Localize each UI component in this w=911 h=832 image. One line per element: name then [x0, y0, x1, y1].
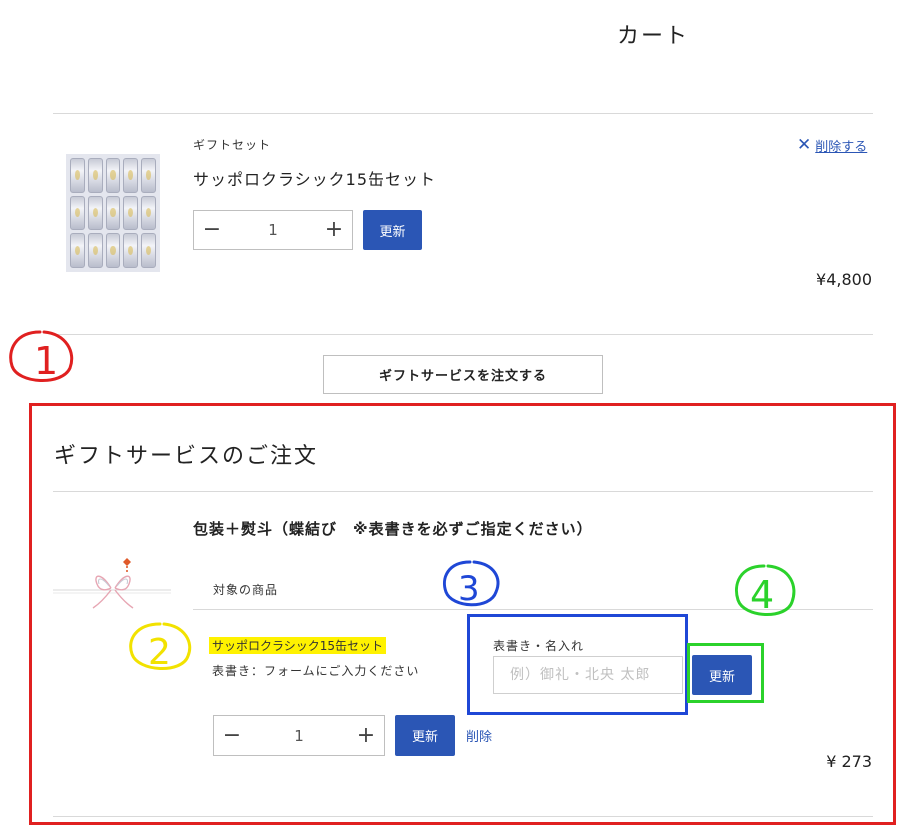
- target-product-label: 対象の商品: [213, 583, 279, 597]
- remove-label: 削除する: [815, 140, 868, 155]
- omote-update-button[interactable]: 更新: [692, 655, 752, 695]
- gift-wrap-image: [53, 558, 171, 609]
- order-gift-service-button[interactable]: ギフトサービスを注文する: [323, 355, 603, 394]
- annotation-circle-3: 3: [443, 560, 500, 609]
- annotation-circle-4: 4: [735, 564, 796, 617]
- divider: [53, 816, 873, 817]
- annotation-number-3: 3: [458, 569, 480, 609]
- minus-icon[interactable]: −: [214, 724, 250, 747]
- gift-section-title: ギフトサービスのご注文: [54, 444, 319, 469]
- divider: [53, 334, 873, 335]
- gift-price: ¥ 273: [826, 752, 872, 771]
- divider: [53, 113, 873, 114]
- product-thumbnail[interactable]: [66, 154, 160, 272]
- product-category: ギフトセット: [193, 138, 272, 152]
- quantity-value[interactable]: 1: [230, 221, 316, 239]
- plus-icon[interactable]: +: [316, 219, 352, 241]
- gift-quantity-value[interactable]: 1: [250, 727, 348, 745]
- gift-delete-link[interactable]: 削除: [466, 726, 492, 745]
- annotation-number-4: 4: [750, 573, 774, 617]
- update-quantity-button[interactable]: 更新: [363, 210, 422, 250]
- remove-item-link[interactable]: ✕ 削除する: [797, 135, 868, 156]
- omote-input[interactable]: [493, 656, 683, 694]
- divider: [53, 491, 873, 492]
- omote-note: 表書き：フォームにご入力ください: [212, 664, 420, 678]
- annotation-circle-1: 1: [9, 330, 74, 383]
- target-product-name: サッポロクラシック15缶セット: [209, 637, 387, 654]
- page-title: カート: [616, 24, 689, 49]
- gift-quantity-stepper: − 1 +: [213, 715, 385, 756]
- close-icon: ✕: [797, 135, 812, 155]
- gift-update-button[interactable]: 更新: [395, 715, 455, 756]
- gift-service-name: 包装＋熨斗（蝶結び ※表書きを必ずご指定ください）: [193, 520, 593, 538]
- item-price: ¥4,800: [816, 270, 872, 289]
- minus-icon[interactable]: −: [194, 219, 230, 241]
- quantity-stepper: − 1 +: [193, 210, 353, 250]
- annotation-number-2: 2: [148, 632, 171, 673]
- product-name-link[interactable]: サッポロクラシック15缶セット: [193, 166, 436, 190]
- annotation-number-1: 1: [34, 339, 58, 383]
- omote-label: 表書き・名入れ: [493, 639, 585, 653]
- annotation-circle-2: 2: [129, 622, 192, 673]
- plus-icon[interactable]: +: [348, 724, 384, 747]
